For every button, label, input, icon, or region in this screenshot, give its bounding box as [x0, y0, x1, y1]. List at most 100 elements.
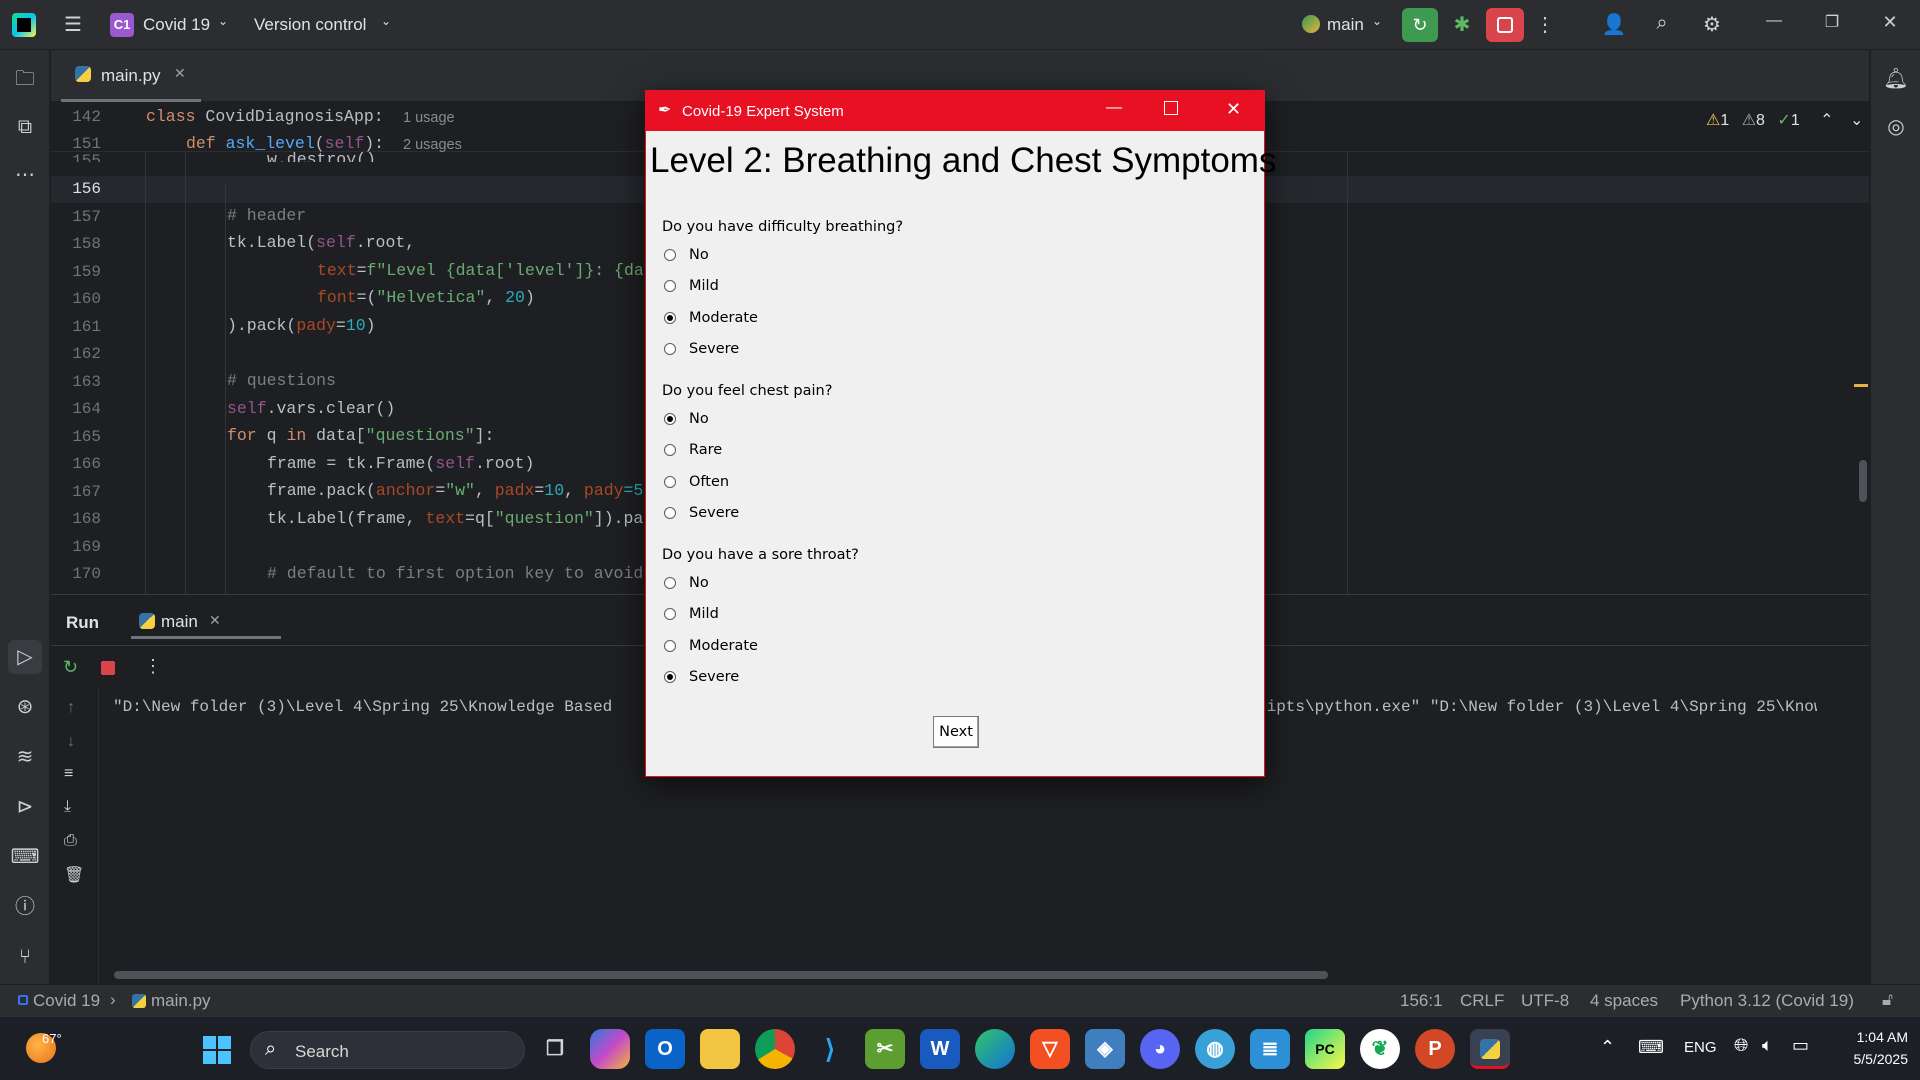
scroll-to-end-icon[interactable]: ⤓	[64, 798, 71, 816]
more-actions-icon[interactable]: ⋮	[144, 656, 162, 677]
settings-gear-icon[interactable]: ⚙	[1698, 12, 1726, 38]
more-tools-icon[interactable]: ⋯	[8, 158, 42, 192]
keyboard-icon[interactable]: ⌨	[1638, 1037, 1664, 1058]
snipping-tool-icon[interactable]: ✂	[865, 1029, 905, 1069]
scroll-up-icon[interactable]: ↑	[67, 699, 75, 717]
edge-icon[interactable]	[975, 1029, 1015, 1069]
virtualbox-icon[interactable]: ◈	[1085, 1029, 1125, 1069]
radio-option[interactable]: Rare	[662, 442, 862, 464]
globe-app-icon[interactable]: ◍	[1195, 1029, 1235, 1069]
search-icon[interactable]: ⌕	[1648, 12, 1676, 38]
project-badge[interactable]: C1	[110, 13, 134, 37]
def-usages[interactable]: 2 usages	[403, 137, 462, 153]
word-icon[interactable]: W	[920, 1029, 960, 1069]
console-output[interactable]: "D:\New folder (3)\Level 4\Spring 25\Kno…	[113, 698, 612, 716]
radio-button[interactable]	[664, 249, 676, 261]
python-interpreter[interactable]: Python 3.12 (Covid 19)	[1680, 991, 1854, 1011]
close-icon[interactable]: ✕	[1226, 99, 1241, 120]
inspection-widget[interactable]: ⚠1 ⚠8 ✓1 ⌃ ⌄	[1706, 110, 1863, 130]
layers-icon[interactable]: ≋	[8, 740, 42, 774]
clock-time[interactable]: 1:04 AM	[1838, 1029, 1908, 1045]
branch-selector[interactable]: main	[1327, 15, 1364, 35]
discord-icon[interactable]: ◕	[1140, 1029, 1180, 1069]
soft-wrap-icon[interactable]: ≡	[64, 765, 73, 783]
radio-option[interactable]: Severe	[662, 341, 862, 363]
indent-setting[interactable]: 4 spaces	[1590, 991, 1658, 1011]
radio-button[interactable]	[664, 639, 676, 652]
print-icon[interactable]: ⎙	[64, 832, 77, 850]
radio-button[interactable]	[664, 670, 676, 683]
radio-button[interactable]	[664, 608, 676, 621]
outlook-icon[interactable]: O	[645, 1029, 685, 1069]
structure-icon[interactable]: ⧉	[8, 110, 42, 144]
notepad-icon[interactable]: ≣	[1250, 1029, 1290, 1069]
python-tk-app-icon[interactable]	[1470, 1029, 1510, 1069]
project-folder-icon[interactable]: 🗀	[8, 62, 42, 96]
copilot-icon[interactable]	[590, 1029, 630, 1069]
line-separator[interactable]: CRLF	[1460, 991, 1504, 1011]
run-tab-main[interactable]: main ✕	[131, 595, 281, 639]
status-file[interactable]: main.py	[151, 991, 211, 1011]
stop-icon[interactable]	[101, 661, 115, 675]
radio-button[interactable]	[664, 413, 676, 425]
services-icon[interactable]: ⊳	[8, 790, 42, 824]
mongodb-icon[interactable]: ❦	[1360, 1029, 1400, 1069]
battery-icon[interactable]: ▭	[1792, 1035, 1809, 1056]
vscode-icon[interactable]: ⟩	[810, 1029, 850, 1069]
radio-option[interactable]: No	[662, 247, 862, 269]
file-encoding[interactable]: UTF-8	[1521, 991, 1569, 1011]
radio-button[interactable]	[664, 506, 676, 519]
radio-button[interactable]	[664, 342, 676, 355]
file-explorer-icon[interactable]	[700, 1029, 740, 1069]
pycharm-taskbar-icon[interactable]: PC	[1305, 1029, 1345, 1069]
lock-icon[interactable]: 🔓︎	[1882, 990, 1893, 1010]
radio-option[interactable]: Severe	[662, 505, 862, 527]
warning-stripe-marker[interactable]	[1854, 384, 1868, 387]
radio-option[interactable]: Moderate	[662, 638, 862, 660]
pycharm-logo-icon[interactable]	[12, 13, 36, 37]
radio-option[interactable]: No	[662, 411, 862, 433]
task-view-icon[interactable]: ❐	[535, 1029, 575, 1069]
close-tab-icon[interactable]: ✕	[209, 612, 221, 629]
debug-icon[interactable]: ✱	[1448, 12, 1476, 38]
rerun-icon[interactable]: ↻	[63, 657, 78, 678]
caret-position[interactable]: 156:1	[1400, 991, 1443, 1011]
more-actions-icon[interactable]: ⋮	[1535, 12, 1555, 38]
powerpoint-icon[interactable]: P	[1415, 1029, 1455, 1069]
next-button[interactable]: Next	[933, 716, 979, 748]
editor-scrollbar[interactable]	[1859, 460, 1867, 502]
radio-option[interactable]: Often	[662, 474, 862, 496]
main-menu-icon[interactable]: ☰	[60, 12, 86, 38]
version-control-menu[interactable]: Version control	[254, 15, 366, 35]
radio-button[interactable]	[664, 475, 676, 488]
brave-icon[interactable]: ▽	[1030, 1029, 1070, 1069]
notifications-bell-icon[interactable]: 🔔︎	[1879, 62, 1913, 96]
network-icon[interactable]: 🌐︎	[1734, 1035, 1748, 1056]
trash-icon[interactable]: 🗑︎	[64, 865, 84, 885]
chevron-down-icon[interactable]: ⌄	[1850, 112, 1863, 129]
close-tab-icon[interactable]: ✕	[174, 65, 186, 82]
maximize-icon[interactable]	[1164, 101, 1178, 115]
minimize-icon[interactable]: —	[1760, 12, 1788, 38]
add-user-icon[interactable]: 👤	[1600, 12, 1628, 38]
windows-start-icon[interactable]	[203, 1036, 231, 1064]
tab-main-py[interactable]: main.py ✕	[61, 50, 201, 102]
radio-button[interactable]	[664, 444, 676, 457]
restore-icon[interactable]: ❐	[1818, 12, 1846, 38]
minimize-icon[interactable]: —	[1106, 99, 1122, 117]
window-titlebar[interactable]: ✒ Covid-19 Expert System — ✕	[646, 91, 1264, 131]
chevron-up-icon[interactable]: ⌃	[1820, 112, 1833, 129]
status-project[interactable]: Covid 19	[33, 991, 100, 1011]
volume-icon[interactable]: 🔈︎	[1762, 1035, 1773, 1056]
ai-assistant-icon[interactable]: ◎	[1879, 110, 1913, 144]
radio-button[interactable]	[664, 577, 676, 589]
taskbar-search[interactable]: ⌕ Search	[250, 1031, 525, 1069]
terminal-icon[interactable]: ⌨	[8, 840, 42, 874]
python-console-icon[interactable]: ⊛	[8, 690, 42, 724]
git-icon[interactable]: ⑂	[8, 940, 42, 974]
radio-option[interactable]: Moderate	[662, 310, 862, 332]
console-horizontal-scrollbar[interactable]	[114, 971, 1328, 979]
scroll-down-icon[interactable]: ↓	[67, 733, 75, 751]
chevron-up-icon[interactable]: ⌃	[1600, 1037, 1615, 1058]
run-tool-icon[interactable]: ▷	[8, 640, 42, 674]
